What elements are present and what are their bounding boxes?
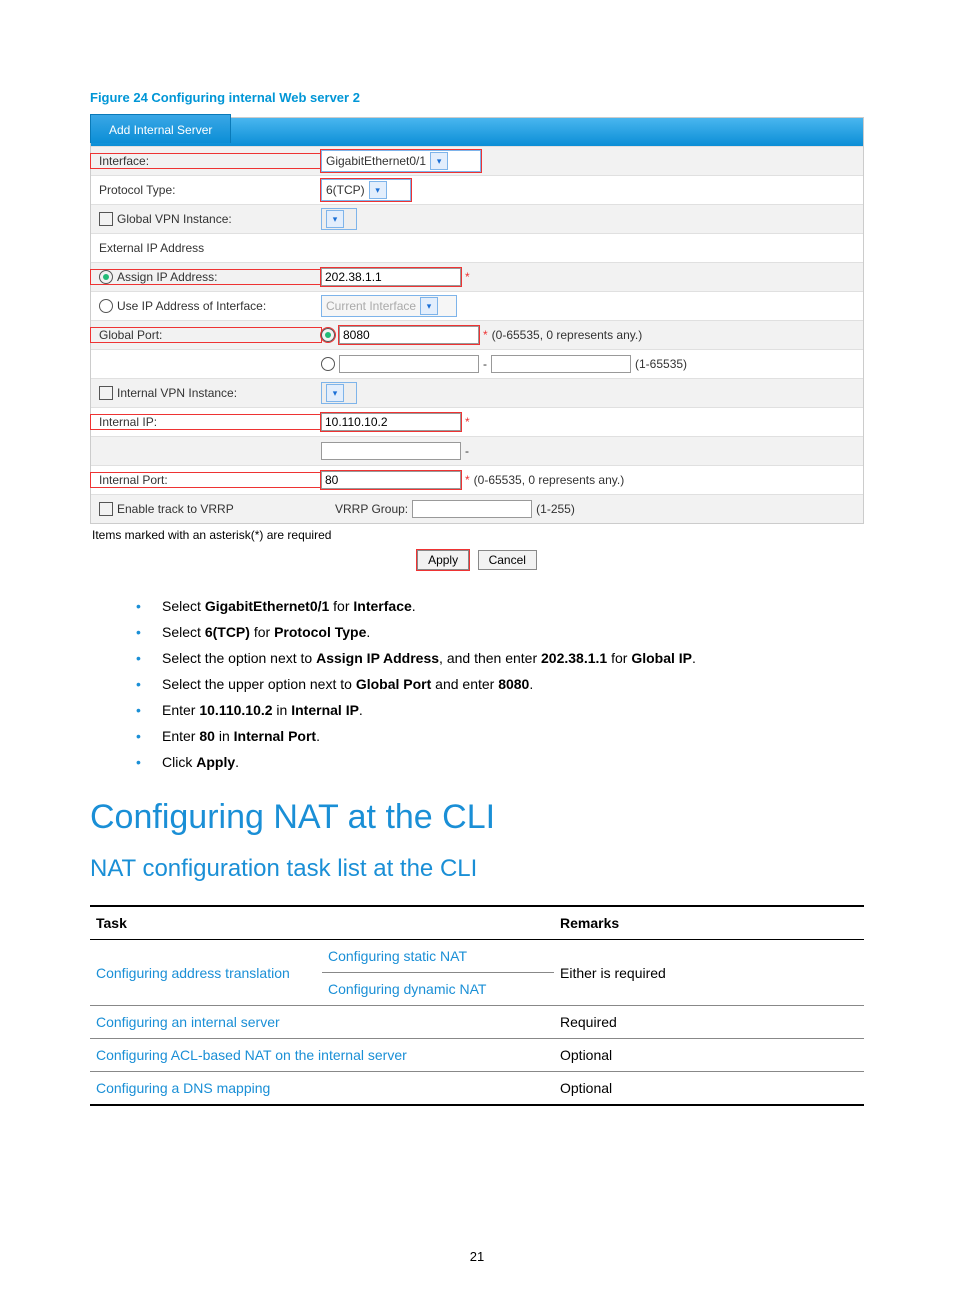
list-item: Select the option next to Assign IP Addr… xyxy=(136,650,864,666)
label-interface: Interface: xyxy=(91,154,321,168)
required-asterisk: * xyxy=(483,328,488,342)
assign-ip-radio[interactable] xyxy=(99,270,113,284)
chevron-down-icon: ▾ xyxy=(420,297,438,315)
chevron-down-icon: ▾ xyxy=(369,181,387,199)
label-enable-track: Enable track to VRRP xyxy=(91,502,321,516)
interface-select[interactable]: GigabitEthernet0/1 ▾ xyxy=(321,150,481,172)
link-config-internal-server[interactable]: Configuring an internal server xyxy=(96,1014,280,1030)
global-vpn-label-text: Global VPN Instance: xyxy=(117,212,232,226)
list-item: Enter 10.110.10.2 in Internal IP. xyxy=(136,702,864,718)
page-number: 21 xyxy=(0,1249,954,1264)
global-port-radio-1[interactable] xyxy=(321,328,335,342)
assign-ip-input[interactable] xyxy=(321,268,461,286)
link-config-dynamic-nat[interactable]: Configuring dynamic NAT xyxy=(328,981,486,997)
label-internal-vpn: Internal VPN Instance: xyxy=(91,386,321,400)
label-global-port: Global Port: xyxy=(91,328,321,342)
interface-select-value: GigabitEthernet0/1 xyxy=(326,154,426,168)
label-protocol: Protocol Type: xyxy=(91,183,321,197)
list-item: Enter 80 in Internal Port. xyxy=(136,728,864,744)
heading-1: Configuring NAT at the CLI xyxy=(90,798,864,837)
use-if-ip-radio[interactable] xyxy=(99,299,113,313)
global-port-hint2: (1-65535) xyxy=(635,357,687,371)
remarks-cell: Required xyxy=(554,1006,864,1039)
required-footnote: Items marked with an asterisk(*) are req… xyxy=(90,524,864,550)
protocol-select-value: 6(TCP) xyxy=(326,183,365,197)
vrrp-hint: (1-255) xyxy=(536,502,575,516)
task-table: Task Remarks Configuring address transla… xyxy=(90,905,864,1106)
internal-server-form: Add Internal Server Interface: GigabitEt… xyxy=(90,117,864,524)
link-config-dns-mapping[interactable]: Configuring a DNS mapping xyxy=(96,1080,270,1096)
remarks-cell: Either is required xyxy=(554,940,864,1006)
cancel-button[interactable]: Cancel xyxy=(478,550,537,570)
tab-bar: Add Internal Server xyxy=(91,118,863,146)
protocol-select[interactable]: 6(TCP) ▾ xyxy=(321,179,411,201)
chevron-down-icon: ▾ xyxy=(430,152,448,170)
internal-port-hint: (0-65535, 0 represents any.) xyxy=(474,473,625,487)
th-task: Task xyxy=(90,906,554,940)
vrrp-group-label: VRRP Group: xyxy=(335,502,408,516)
chevron-down-icon: ▾ xyxy=(326,210,344,228)
use-if-ip-value: Current Interface xyxy=(326,299,416,313)
remarks-cell: Optional xyxy=(554,1039,864,1072)
internal-ip-input[interactable] xyxy=(321,413,461,431)
tab-add-internal-server[interactable]: Add Internal Server xyxy=(90,114,231,143)
assign-ip-label-text: Assign IP Address: xyxy=(117,270,218,284)
internal-port-input[interactable] xyxy=(321,471,461,489)
chevron-down-icon: ▾ xyxy=(326,384,344,402)
global-port-input[interactable] xyxy=(339,326,479,344)
internal-vpn-select[interactable]: ▾ xyxy=(321,382,357,404)
internal-vpn-checkbox[interactable] xyxy=(99,386,113,400)
internal-vpn-label-text: Internal VPN Instance: xyxy=(117,386,237,400)
range-dash: - xyxy=(483,357,487,371)
use-if-ip-label-text: Use IP Address of Interface: xyxy=(117,299,266,313)
global-port-radio-2[interactable] xyxy=(321,357,335,371)
use-if-ip-select[interactable]: Current Interface ▾ xyxy=(321,295,457,317)
global-vpn-checkbox[interactable] xyxy=(99,212,113,226)
list-item: Select GigabitEthernet0/1 for Interface. xyxy=(136,598,864,614)
required-asterisk: * xyxy=(465,415,470,429)
link-config-static-nat[interactable]: Configuring static NAT xyxy=(328,948,467,964)
list-item: Select 6(TCP) for Protocol Type. xyxy=(136,624,864,640)
remarks-cell: Optional xyxy=(554,1072,864,1106)
list-item: Click Apply. xyxy=(136,754,864,770)
label-internal-ip: Internal IP: xyxy=(91,415,321,429)
label-internal-port: Internal Port: xyxy=(91,473,321,487)
vrrp-group-input[interactable] xyxy=(412,500,532,518)
link-config-acl-nat[interactable]: Configuring ACL-based NAT on the interna… xyxy=(96,1047,407,1063)
label-use-if-ip: Use IP Address of Interface: xyxy=(91,299,321,313)
label-external-ip-header: External IP Address xyxy=(91,241,321,255)
global-vpn-select[interactable]: ▾ xyxy=(321,208,357,230)
range-dash: - xyxy=(465,444,469,458)
enable-track-checkbox[interactable] xyxy=(99,502,113,516)
label-global-vpn: Global VPN Instance: xyxy=(91,212,321,226)
internal-ip-input-2[interactable] xyxy=(321,442,461,460)
global-port-hint: (0-65535, 0 represents any.) xyxy=(492,328,643,342)
required-asterisk: * xyxy=(465,270,470,284)
list-item: Select the upper option next to Global P… xyxy=(136,676,864,692)
required-asterisk: * xyxy=(465,473,470,487)
link-config-address-translation[interactable]: Configuring address translation xyxy=(96,965,290,981)
heading-2: NAT configuration task list at the CLI xyxy=(90,855,864,883)
th-remarks: Remarks xyxy=(554,906,864,940)
label-assign-ip: Assign IP Address: xyxy=(91,270,321,284)
instruction-list: Select GigabitEthernet0/1 for Interface.… xyxy=(90,598,864,770)
enable-track-label-text: Enable track to VRRP xyxy=(117,502,234,516)
apply-button[interactable]: Apply xyxy=(417,550,469,570)
global-port-range-end[interactable] xyxy=(491,355,631,373)
global-port-range-start[interactable] xyxy=(339,355,479,373)
figure-caption: Figure 24 Configuring internal Web serve… xyxy=(90,90,864,105)
